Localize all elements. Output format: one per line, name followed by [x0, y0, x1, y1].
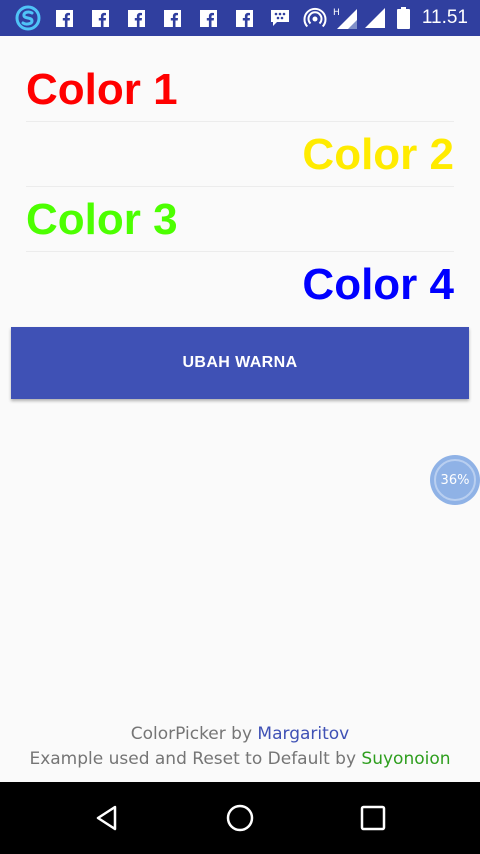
credits-line-2: Example used and Reset to Default by Suy… — [0, 749, 480, 769]
floating-progress-widget[interactable]: 36% — [430, 455, 480, 505]
credits-prefix: ColorPicker by — [130, 724, 258, 744]
facebook-icon — [127, 0, 145, 36]
facebook-icon — [55, 0, 73, 36]
color-label-2[interactable]: Color 2 — [26, 123, 454, 187]
signal-icon — [363, 0, 387, 36]
battery-icon — [395, 0, 411, 36]
sync-app-icon — [14, 0, 42, 36]
home-button[interactable] — [200, 782, 280, 854]
back-icon — [96, 805, 117, 831]
facebook-icon — [235, 0, 253, 36]
recents-icon — [360, 805, 386, 831]
status-bar: H 11.51 — [0, 0, 480, 36]
facebook-icon — [163, 0, 181, 36]
divider — [26, 121, 454, 122]
facebook-icon — [199, 0, 217, 36]
color-label-3[interactable]: Color 3 — [26, 188, 454, 252]
home-icon — [226, 804, 254, 832]
author-link-margaritov[interactable]: Margaritov — [257, 724, 349, 744]
back-button[interactable] — [67, 782, 147, 854]
progress-percent: 36% — [440, 472, 470, 488]
svg-text:H: H — [333, 8, 340, 18]
navigation-bar — [0, 782, 480, 854]
bbm-chat-icon — [268, 0, 292, 36]
color-label-1[interactable]: Color 1 — [26, 58, 454, 122]
recents-button[interactable] — [333, 782, 413, 854]
hotspot-icon — [303, 0, 327, 36]
color-label-4[interactable]: Color 4 — [26, 253, 454, 317]
status-time: 11.51 — [421, 7, 468, 28]
signal-icon: H — [333, 0, 359, 36]
facebook-icon — [91, 0, 109, 36]
credits-line-1: ColorPicker by Margaritov — [0, 724, 480, 744]
credits-prefix: Example used and Reset to Default by — [29, 749, 362, 769]
divider — [26, 186, 454, 187]
author-link-suyonoion[interactable]: Suyonoion — [361, 749, 450, 769]
divider — [26, 251, 454, 252]
change-color-button[interactable]: UBAH WARNA — [11, 327, 469, 399]
